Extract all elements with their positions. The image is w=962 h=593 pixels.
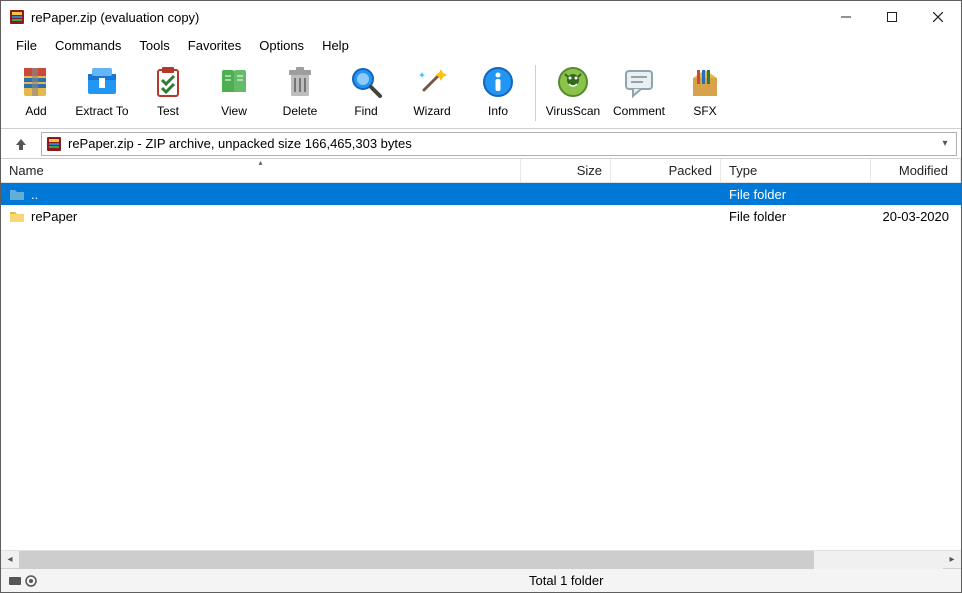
- toolbar-separator: [535, 65, 536, 121]
- statusbar: Total 1 folder: [1, 568, 961, 592]
- virusscan-button[interactable]: VirusScan: [542, 60, 604, 126]
- menu-commands[interactable]: Commands: [46, 35, 130, 56]
- maximize-button[interactable]: [869, 1, 915, 33]
- scroll-track[interactable]: [19, 551, 943, 569]
- wizard-button[interactable]: Wizard: [401, 60, 463, 126]
- sfx-label: SFX: [693, 104, 716, 118]
- row-name: ..: [31, 187, 38, 202]
- menu-file[interactable]: File: [7, 35, 46, 56]
- row-modified: 20-03-2020: [871, 209, 961, 224]
- window-title: rePaper.zip (evaluation copy): [31, 10, 823, 25]
- scroll-right-button[interactable]: ▸: [943, 551, 961, 569]
- archive-icon: [46, 136, 62, 152]
- column-headers: Name▴ Size Packed Type Modified: [1, 159, 961, 183]
- comment-button[interactable]: Comment: [608, 60, 670, 126]
- address-text: rePaper.zip - ZIP archive, unpacked size…: [68, 136, 932, 151]
- test-label: Test: [157, 104, 179, 118]
- addressbar: rePaper.zip - ZIP archive, unpacked size…: [1, 129, 961, 159]
- extract-icon: [84, 64, 120, 100]
- delete-icon: [282, 64, 318, 100]
- view-button[interactable]: View: [203, 60, 265, 126]
- header-packed[interactable]: Packed: [611, 159, 721, 182]
- scroll-thumb[interactable]: [19, 551, 814, 569]
- wizard-icon: [414, 64, 450, 100]
- folder-icon: [9, 209, 25, 223]
- status-total: Total 1 folder: [521, 569, 961, 592]
- test-icon: [150, 64, 186, 100]
- scroll-left-button[interactable]: ◂: [1, 551, 19, 569]
- sort-indicator-icon: ▴: [258, 158, 262, 167]
- row-name: rePaper: [31, 209, 77, 224]
- menubar: File Commands Tools Favorites Options He…: [1, 33, 961, 57]
- delete-button[interactable]: Delete: [269, 60, 331, 126]
- find-button[interactable]: Find: [335, 60, 397, 126]
- updir-icon: [9, 187, 25, 201]
- view-label: View: [221, 104, 247, 118]
- file-list[interactable]: .. File folder rePaper File folder 20-03…: [1, 183, 961, 550]
- menu-options[interactable]: Options: [250, 35, 313, 56]
- delete-label: Delete: [283, 104, 318, 118]
- comment-icon: [621, 64, 657, 100]
- menu-favorites[interactable]: Favorites: [179, 35, 250, 56]
- header-modified[interactable]: Modified: [871, 159, 961, 182]
- address-box[interactable]: rePaper.zip - ZIP archive, unpacked size…: [41, 132, 957, 156]
- app-icon: [9, 9, 25, 25]
- find-label: Find: [354, 104, 377, 118]
- info-button[interactable]: Info: [467, 60, 529, 126]
- row-type: File folder: [721, 187, 871, 202]
- address-dropdown-icon[interactable]: ▾: [938, 138, 952, 149]
- menu-help[interactable]: Help: [313, 35, 358, 56]
- info-icon: [480, 64, 516, 100]
- test-button[interactable]: Test: [137, 60, 199, 126]
- comment-label: Comment: [613, 104, 665, 118]
- wizard-label: Wizard: [413, 104, 450, 118]
- up-button[interactable]: [5, 132, 37, 156]
- extract-label: Extract To: [75, 104, 128, 118]
- up-arrow-icon: [14, 137, 28, 151]
- add-label: Add: [25, 104, 46, 118]
- virusscan-label: VirusScan: [546, 104, 600, 118]
- add-icon: [18, 64, 54, 100]
- list-item[interactable]: rePaper File folder 20-03-2020: [1, 205, 961, 227]
- extract-button[interactable]: Extract To: [71, 60, 133, 126]
- minimize-button[interactable]: [823, 1, 869, 33]
- status-toggle-icon[interactable]: [9, 575, 37, 587]
- view-icon: [216, 64, 252, 100]
- sfx-icon: [687, 64, 723, 100]
- info-label: Info: [488, 104, 508, 118]
- header-name[interactable]: Name▴: [1, 159, 521, 182]
- header-size[interactable]: Size: [521, 159, 611, 182]
- list-item[interactable]: .. File folder: [1, 183, 961, 205]
- virus-icon: [555, 64, 591, 100]
- horizontal-scrollbar[interactable]: ◂ ▸: [1, 550, 961, 568]
- toolbar: Add Extract To Test View Delete Find Wiz…: [1, 57, 961, 129]
- status-left: [1, 569, 521, 592]
- row-type: File folder: [721, 209, 871, 224]
- find-icon: [348, 64, 384, 100]
- close-button[interactable]: [915, 1, 961, 33]
- titlebar: rePaper.zip (evaluation copy): [1, 1, 961, 33]
- add-button[interactable]: Add: [5, 60, 67, 126]
- sfx-button[interactable]: SFX: [674, 60, 736, 126]
- menu-tools[interactable]: Tools: [130, 35, 178, 56]
- header-type[interactable]: Type: [721, 159, 871, 182]
